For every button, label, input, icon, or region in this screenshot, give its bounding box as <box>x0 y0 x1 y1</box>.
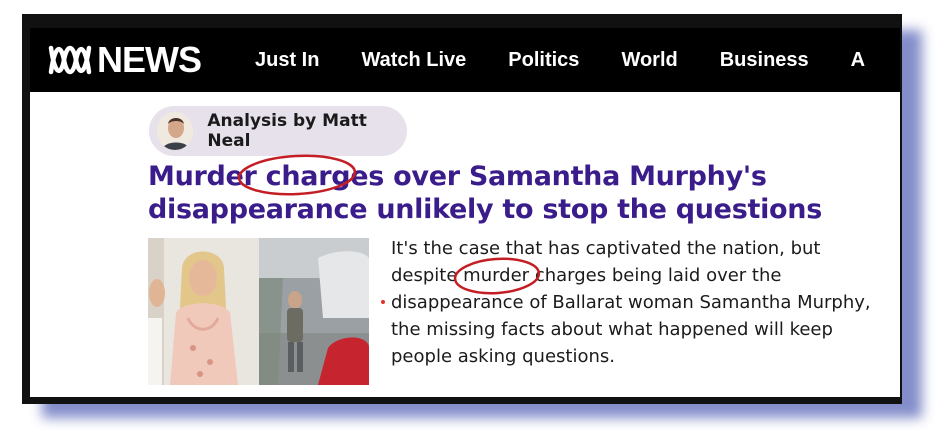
main-nav: Just In Watch Live Politics World Busine… <box>255 49 900 72</box>
headline-text-start: Murder <box>148 161 266 192</box>
nav-item-business[interactable]: Business <box>720 49 809 72</box>
byline-text: Analysis by Matt Neal <box>207 111 367 151</box>
headline-highlight-word: charges <box>265 161 385 192</box>
nav-item-watch-live[interactable]: Watch Live <box>361 49 466 72</box>
author-avatar <box>157 112 194 150</box>
nav-item-just-in[interactable]: Just In <box>255 49 319 72</box>
article-summary: It's the case that has captivated the na… <box>391 235 891 370</box>
abc-news-logo[interactable]: NEWS <box>47 28 202 92</box>
nav-item-politics[interactable]: Politics <box>508 49 579 72</box>
logo-text: NEWS <box>97 39 202 80</box>
nav-item-truncated[interactable]: A <box>851 49 865 72</box>
author-avatar-icon <box>157 112 194 150</box>
browser-viewport: NEWS Just In Watch Live Politics World B… <box>30 28 900 397</box>
article-headline[interactable]: Murder charges over Samantha Murphy's di… <box>148 160 888 226</box>
annotation-dot <box>381 300 385 304</box>
abc-lissajous-logo-icon <box>48 45 92 75</box>
author-byline[interactable]: Analysis by Matt Neal <box>149 106 407 156</box>
article-photo-collage <box>148 238 369 385</box>
top-navigation-bar: NEWS Just In Watch Live Politics World B… <box>30 28 900 92</box>
summary-highlight-word: charges <box>534 265 607 286</box>
article-thumbnail[interactable] <box>148 238 369 385</box>
nav-item-world[interactable]: World <box>621 49 677 72</box>
